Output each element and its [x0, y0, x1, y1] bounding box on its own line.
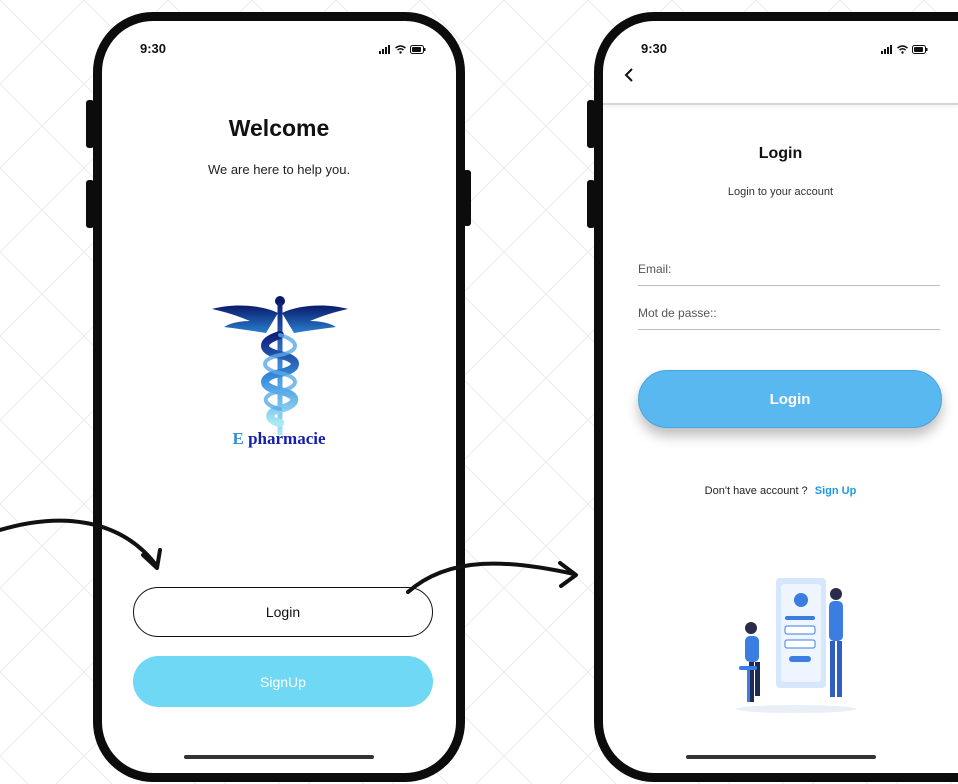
status-icons	[881, 41, 928, 59]
wifi-icon	[897, 41, 908, 59]
signal-icon	[379, 41, 391, 59]
signup-link[interactable]: Sign Up	[815, 485, 857, 497]
battery-icon	[410, 41, 426, 59]
phone-welcome-screen: 9:30 Welcome We are here to help you. E …	[93, 12, 465, 782]
brand-name-e: E	[232, 429, 244, 448]
back-button[interactable]	[623, 65, 635, 87]
email-input[interactable]	[638, 255, 940, 283]
status-time: 9:30	[140, 41, 167, 56]
login-illustration	[736, 578, 856, 713]
brand-name: E pharmacie	[102, 429, 456, 449]
login-button[interactable]: Login	[133, 587, 433, 637]
password-field	[638, 299, 940, 330]
signup-button[interactable]: SignUp	[133, 656, 433, 707]
battery-icon	[912, 41, 928, 59]
password-input[interactable]	[638, 299, 940, 327]
status-bar: 9:30	[102, 21, 456, 61]
status-time: 9:30	[641, 41, 668, 56]
brand-name-rest: pharmacie	[248, 429, 326, 448]
signup-prompt: Don't have account ? Sign Up	[603, 485, 958, 497]
home-indicator	[184, 755, 374, 759]
no-account-text: Don't have account ?	[704, 485, 808, 497]
wifi-icon	[395, 41, 406, 59]
status-icons	[379, 41, 426, 59]
app-bar-divider	[603, 103, 958, 105]
status-bar: 9:30	[603, 21, 958, 61]
signal-icon	[881, 41, 893, 59]
phone-login-screen: 9:30 Login Login to your account Login D…	[594, 12, 958, 782]
login-title: Login	[758, 145, 803, 162]
login-subtitle: Login to your account	[727, 186, 834, 198]
welcome-subtitle: We are here to help you.	[207, 162, 351, 177]
home-indicator	[685, 755, 876, 759]
chevron-left-icon	[624, 68, 633, 82]
welcome-title: Welcome	[228, 115, 330, 141]
login-submit-button[interactable]: Login	[638, 370, 942, 428]
email-field	[638, 255, 940, 286]
